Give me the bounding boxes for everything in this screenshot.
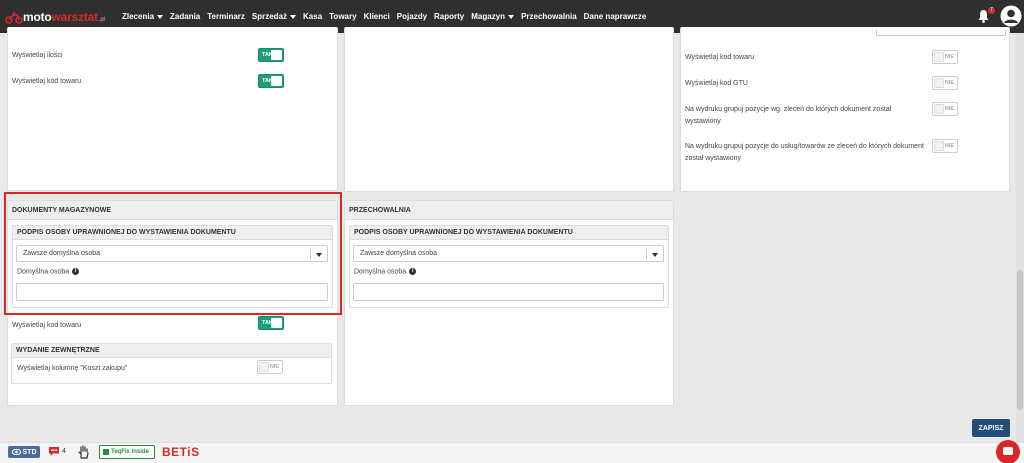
toggle-right-code[interactable]: NIE [932, 50, 958, 64]
std-mode-badge[interactable]: STD [8, 446, 40, 458]
notification-badge: 7 [988, 7, 995, 14]
help-chat-button[interactable] [996, 440, 1020, 463]
toggle-magazyn-show-code[interactable]: TAK [258, 316, 284, 330]
save-button[interactable]: ZAPISZ [972, 419, 1010, 437]
chat-bubble-icon [1003, 447, 1013, 455]
nav-kasa[interactable]: Kasa [303, 12, 322, 21]
row-label-show-quantity: Wyświetlaj ilości [12, 52, 63, 59]
panel-przechowalnia: PRZECHOWALNIA PODPIS OSOBY UPRAWNIONEJ D… [344, 200, 674, 406]
nav-dane-naprawcze[interactable]: Dane naprawcze [584, 12, 647, 21]
nav-towary[interactable]: Towary [329, 12, 356, 21]
toggle-show-quantity[interactable]: TAK [258, 48, 284, 62]
toggle-gtu[interactable]: NIE [932, 76, 958, 90]
toggle-show-code[interactable]: TAK [258, 74, 284, 88]
hand-icon[interactable] [78, 445, 90, 459]
panel-title-przechowalnia: PRZECHOWALNIA [345, 201, 673, 220]
nav-magazyn[interactable]: Magazyn [471, 12, 515, 21]
toggle-show-cost[interactable]: NIE [257, 360, 283, 374]
chat-indicator[interactable]: 4 [48, 446, 66, 457]
chevron-down-icon [157, 14, 164, 19]
app-logo[interactable]: motowarsztat.pl [5, 8, 105, 26]
nav-zadania[interactable]: Zadania [170, 12, 200, 21]
row-label-show-cost: Wyświetlaj kolumnę "Koszt zakupu" [17, 365, 128, 372]
language-select-remnant[interactable] [876, 30, 1006, 36]
row-label-group-by-order: Na wydruku grupuj pozycje wg. zleceń do … [685, 106, 892, 125]
chat-bubble-icon [49, 447, 59, 456]
row-label-gtu: Wyświetlaj kod GTU [685, 80, 748, 87]
row-label-show-code: Wyświetlaj kod towaru [12, 78, 82, 85]
select-przech-signature-person[interactable]: Zawsze domyślna osoba [353, 245, 664, 262]
betis-logo[interactable]: BETiS [162, 445, 200, 459]
label-przech-default-person: Domyślna osoba i [354, 268, 417, 275]
logo-text-suffix: .pl [98, 17, 105, 23]
logo-text-moto: moto [23, 10, 52, 24]
przech-subpanel-title-signature: PODPIS OSOBY UPRAWNIONEJ DO WYSTAWIENIA … [350, 226, 668, 240]
info-icon: i [409, 268, 417, 275]
teqfix-badge[interactable]: TeqFix Inside [99, 445, 155, 459]
nav-pojazdy[interactable]: Pojazdy [397, 12, 427, 21]
nav-raporty[interactable]: Raporty [434, 12, 464, 21]
toggle-group-by-service[interactable]: NIE [932, 139, 958, 153]
subpanel-title-external-issue: WYDANIE ZEWNĘTRZNE [12, 344, 331, 358]
row-label-right-code: Wyświetlaj kod towaru [685, 54, 755, 61]
chevron-down-icon [508, 14, 515, 19]
external-issue-subpanel: WYDANIE ZEWNĘTRZNE [11, 343, 332, 384]
toggle-group-by-order[interactable]: NIE [932, 102, 958, 116]
row-label-group-by-service: Na wydruku grupuj pozycje do usług/towar… [685, 143, 924, 162]
nav-zlecenia[interactable]: Zlecenia [122, 12, 164, 21]
chevron-down-icon [652, 253, 658, 257]
row-label-magazyn-show-code: Wyświetlaj kod towaru [12, 322, 82, 329]
user-avatar-icon[interactable] [1000, 5, 1022, 27]
scrollbar-thumb[interactable] [1017, 270, 1023, 410]
logo-text-warsztat: warsztat [51, 10, 99, 24]
input-przech-default-person[interactable] [353, 283, 664, 301]
chevron-down-icon [290, 14, 297, 19]
eye-icon [11, 449, 21, 455]
nav-klienci[interactable]: Klienci [364, 12, 390, 21]
motorcycle-logo-icon [5, 11, 23, 24]
nav-terminarz[interactable]: Terminarz [207, 12, 245, 21]
teqfix-logo-icon [103, 449, 109, 455]
highlight-frame [4, 192, 342, 315]
nav-przechowalnia[interactable]: Przechowalnia [521, 12, 577, 21]
nav-sprzedaz[interactable]: Sprzedaż [252, 12, 297, 21]
panel-top-middle [344, 27, 674, 192]
